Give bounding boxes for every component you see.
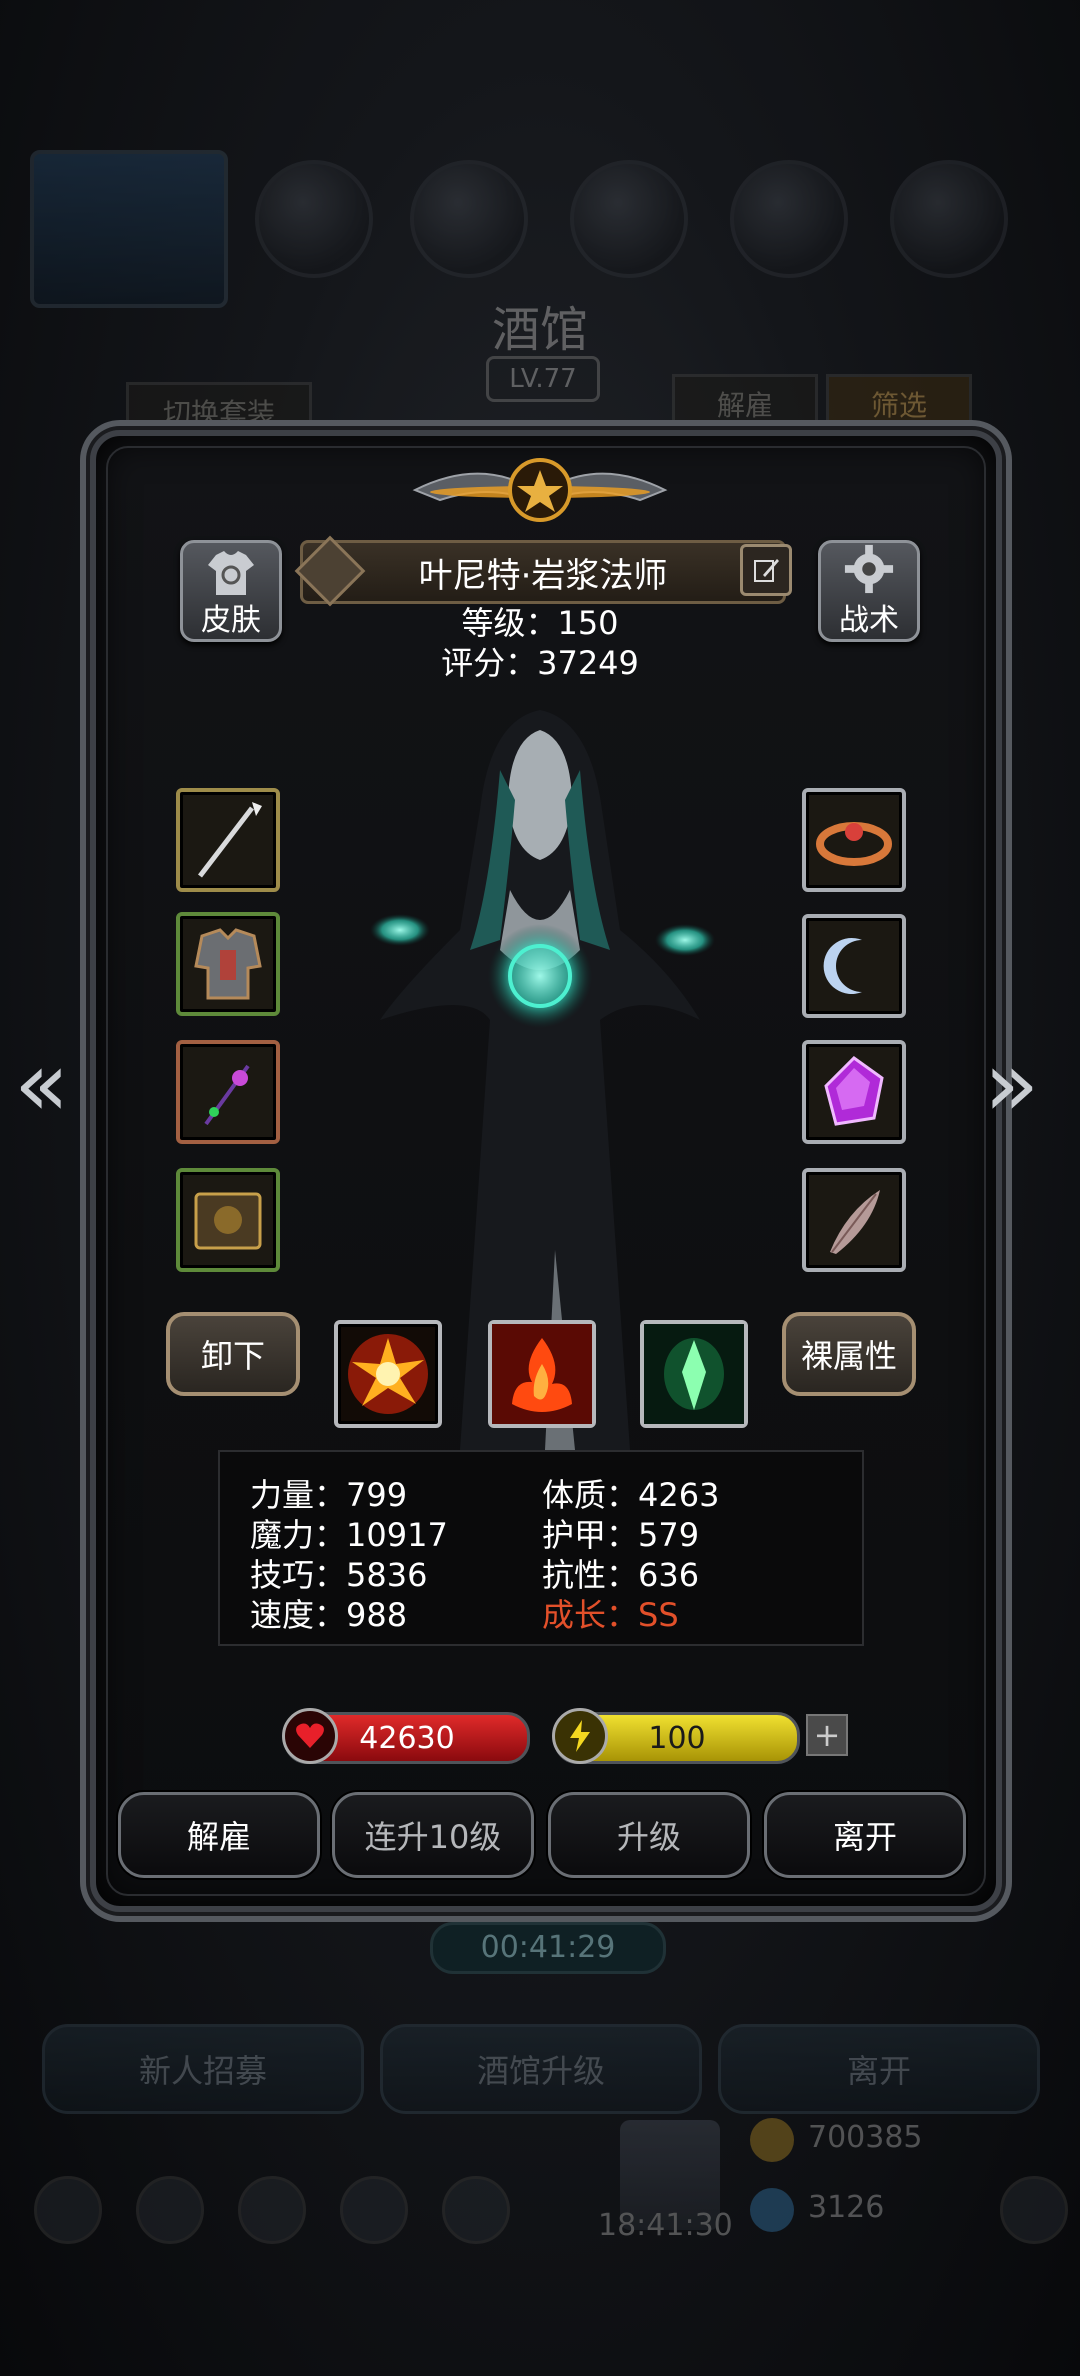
menu-icon-2 xyxy=(410,160,528,278)
dismiss-tab[interactable]: 解雇 xyxy=(672,374,818,434)
bottom-icon-2[interactable] xyxy=(136,2176,204,2244)
filter-tab[interactable]: 筛选 xyxy=(826,374,972,434)
ring-icon xyxy=(816,822,892,866)
timer: 00:41:29 xyxy=(430,1922,666,1974)
leave-button[interactable]: 离开 xyxy=(764,1792,966,1878)
equip-slot-amulet[interactable] xyxy=(802,914,906,1018)
dismiss-button[interactable]: 解雇 xyxy=(118,1792,320,1878)
menu-icon-1 xyxy=(255,160,373,278)
skill-slot-3[interactable] xyxy=(640,1320,748,1428)
skill-slot-1[interactable] xyxy=(334,1320,442,1428)
menu-icon-3 xyxy=(570,160,688,278)
gold-icon xyxy=(750,2118,794,2162)
armor-icon xyxy=(194,928,262,1000)
skin-button-label: 皮肤 xyxy=(201,603,261,638)
hero-name-bar: 叶尼特·岩浆法师 xyxy=(300,540,786,604)
hero-name: 叶尼特·岩浆法师 xyxy=(418,555,668,596)
leave-tavern-button[interactable]: 离开 xyxy=(718,2024,1040,2114)
gem-icon xyxy=(750,2188,794,2232)
add-icon[interactable] xyxy=(1000,2176,1068,2244)
edit-name-icon[interactable] xyxy=(740,544,792,596)
skin-button[interactable]: 皮肤 xyxy=(180,540,282,642)
spear-icon xyxy=(198,802,262,878)
fire-skill-icon xyxy=(492,1324,592,1424)
shirt-icon xyxy=(208,551,254,595)
explosion-skill-icon xyxy=(348,1334,428,1414)
bottom-icon-5[interactable] xyxy=(442,2176,510,2244)
heart-icon xyxy=(282,1708,338,1764)
purple-gem-icon xyxy=(824,1056,884,1126)
lightning-icon xyxy=(552,1708,608,1764)
tavern-level-badge: LV.77 xyxy=(486,356,600,402)
recruit-button[interactable]: 新人招募 xyxy=(42,2024,364,2114)
bottom-icon-3[interactable] xyxy=(238,2176,306,2244)
gem-value: 3126 xyxy=(808,2190,885,2225)
equip-slot-accessory[interactable] xyxy=(802,1168,906,1272)
stat-growth: 成长：SS xyxy=(542,1596,679,1634)
green-crystal-skill-icon xyxy=(644,1324,744,1424)
unequip-button[interactable]: 卸下 xyxy=(166,1312,300,1396)
avatar xyxy=(30,150,228,308)
staff-icon xyxy=(204,1064,250,1126)
book-icon xyxy=(194,1192,262,1250)
equip-slot-ring[interactable] xyxy=(802,788,906,892)
dialog-top-ornament xyxy=(412,458,668,522)
skill-slot-2[interactable] xyxy=(488,1320,596,1428)
stats-panel: 力量：799 魔力：10917 技巧：5836 速度：988 体质：4263 护… xyxy=(218,1450,864,1646)
upgrade-button[interactable]: 升级 xyxy=(548,1792,750,1878)
stat-speed: 速度：988 xyxy=(250,1596,408,1634)
equip-slot-armor[interactable] xyxy=(176,912,280,1016)
clock: 18:41:30 xyxy=(598,2208,733,2243)
add-energy-button[interactable]: + xyxy=(806,1714,848,1756)
tavern-upgrade-button[interactable]: 酒馆升级 xyxy=(380,2024,702,2114)
bottom-icon-1[interactable] xyxy=(34,2176,102,2244)
equip-slot-weapon[interactable] xyxy=(176,788,280,892)
next-hero-arrow-icon[interactable]: » xyxy=(984,1032,1039,1137)
menu-icon-4 xyxy=(730,160,848,278)
hero-score: 评分：37249 xyxy=(441,644,639,682)
bottom-icon-4[interactable] xyxy=(340,2176,408,2244)
equip-slot-gem[interactable] xyxy=(802,1040,906,1144)
tactics-button[interactable]: 战术 xyxy=(818,540,920,642)
menu-icon-5 xyxy=(890,160,1008,278)
gear-icon xyxy=(844,544,894,594)
previous-hero-arrow-icon[interactable]: « xyxy=(14,1032,69,1137)
feather-icon xyxy=(830,1190,880,1254)
upgrade-10-button[interactable]: 连升10级 xyxy=(332,1792,534,1878)
equip-slot-staff[interactable] xyxy=(176,1040,280,1144)
moon-amulet-icon xyxy=(823,938,862,994)
tactics-button-label: 战术 xyxy=(839,603,899,638)
base-attributes-button[interactable]: 裸属性 xyxy=(782,1312,916,1396)
equip-slot-book[interactable] xyxy=(176,1168,280,1272)
gold-value: 700385 xyxy=(808,2120,923,2155)
tavern-title: 酒馆 xyxy=(491,302,588,358)
